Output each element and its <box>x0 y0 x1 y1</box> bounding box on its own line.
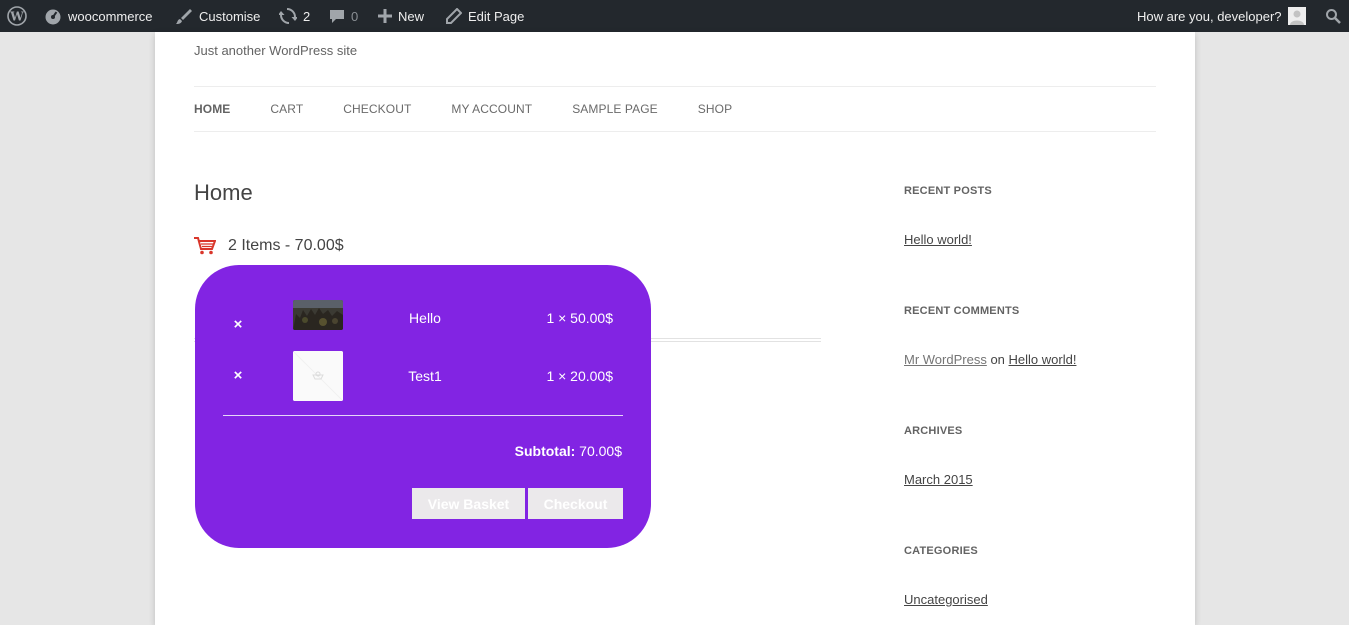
avatar <box>1287 7 1306 25</box>
page: Just another WordPress site HOME CART CH… <box>155 32 1195 625</box>
mini-cart-dropdown: × Hello 1 × 50.00$ × Test1 1 × 20.00$ Su… <box>195 265 651 548</box>
pencil-icon <box>446 8 462 24</box>
product-quantity: 1 × 50.00$ <box>546 310 613 326</box>
greeting-label: How are you, developer? <box>1137 8 1282 24</box>
product-name[interactable]: Test1 <box>395 368 455 384</box>
admin-bar-customise[interactable]: Customise <box>175 0 260 32</box>
product-quantity: 1 × 20.00$ <box>546 368 613 384</box>
nav-item-my-account[interactable]: MY ACCOUNT <box>451 102 532 118</box>
wordpress-logo-icon[interactable]: W <box>7 0 27 32</box>
header-divider <box>194 86 1156 87</box>
new-label: New <box>398 8 425 24</box>
comments-count: 0 <box>351 8 359 24</box>
widget-title-recent-comments: RECENT COMMENTS <box>904 305 1020 317</box>
shopping-cart-icon <box>194 237 216 255</box>
comment-post-link[interactable]: Hello world! <box>1009 352 1077 367</box>
comment-on-label: on <box>990 352 1009 367</box>
cart-summary-label: 2 Items - 70.00$ <box>228 237 344 254</box>
comments-icon <box>330 10 344 23</box>
nav-item-checkout[interactable]: CHECKOUT <box>343 102 411 118</box>
admin-bar-my-account[interactable]: How are you, developer? <box>1137 0 1306 32</box>
cart-summary[interactable]: 2 Items - 70.00$ <box>194 237 344 255</box>
subtotal-label: Subtotal: <box>514 443 580 459</box>
site-name-label: woocommerce <box>68 8 153 24</box>
admin-bar-site-name[interactable]: woocommerce <box>44 0 153 32</box>
remove-item-button[interactable]: × <box>231 317 245 332</box>
main-navigation: HOME CART CHECKOUT MY ACCOUNT SAMPLE PAG… <box>194 102 772 118</box>
mini-cart-item: × Hello 1 × 50.00$ <box>195 300 651 350</box>
view-basket-button[interactable]: View Basket <box>412 488 525 519</box>
recent-post-link[interactable]: Hello world! <box>904 232 972 247</box>
widget-title-categories: CATEGORIES <box>904 545 978 557</box>
remove-item-button[interactable]: × <box>231 368 245 383</box>
admin-bar-new[interactable]: New <box>378 0 424 32</box>
category-item: Uncategorised <box>904 592 988 607</box>
archive-link[interactable]: March 2015 <box>904 472 973 487</box>
nav-divider <box>194 131 1156 132</box>
nav-item-home[interactable]: HOME <box>194 102 230 118</box>
archive-item: March 2015 <box>904 472 973 487</box>
customise-label: Customise <box>199 8 261 24</box>
comment-author-link[interactable]: Mr WordPress <box>904 352 987 367</box>
admin-bar-edit-page[interactable]: Edit Page <box>446 0 524 32</box>
recent-post-item: Hello world! <box>904 232 972 247</box>
widget-title-recent-posts: RECENT POSTS <box>904 185 992 197</box>
search-icon[interactable] <box>1325 0 1341 32</box>
admin-bar-updates[interactable]: 2 <box>279 0 310 32</box>
brush-icon <box>176 9 192 24</box>
updates-count: 2 <box>303 8 311 24</box>
edit-page-label: Edit Page <box>468 8 525 24</box>
dashboard-icon <box>45 9 61 25</box>
mini-cart-subtotal: Subtotal: 70.00$ <box>515 443 622 459</box>
nav-item-shop[interactable]: SHOP <box>698 102 732 118</box>
product-thumbnail[interactable] <box>293 300 343 330</box>
checkout-button[interactable]: Checkout <box>528 488 623 519</box>
plus-icon <box>378 9 392 23</box>
nav-item-sample-page[interactable]: SAMPLE PAGE <box>572 102 658 118</box>
updates-icon <box>279 8 297 24</box>
page-title: Home <box>194 180 253 205</box>
subtotal-value: 70.00$ <box>579 443 622 459</box>
svg-text:W: W <box>9 10 24 24</box>
category-link[interactable]: Uncategorised <box>904 592 988 607</box>
site-tagline: Just another WordPress site <box>194 43 358 58</box>
admin-bar: W woocommerce Customise 2 0 New Edit Pag… <box>0 0 1349 32</box>
widget-title-archives: ARCHIVES <box>904 425 963 437</box>
product-thumbnail-placeholder[interactable] <box>293 351 343 401</box>
recent-comment-item: Mr WordPress on Hello world! <box>904 352 1076 367</box>
product-name[interactable]: Hello <box>395 310 455 326</box>
mini-cart-item: × Test1 1 × 20.00$ <box>195 351 651 401</box>
admin-bar-comments[interactable]: 0 <box>329 0 358 32</box>
mini-cart-divider <box>223 415 623 416</box>
nav-item-cart[interactable]: CART <box>270 102 303 118</box>
